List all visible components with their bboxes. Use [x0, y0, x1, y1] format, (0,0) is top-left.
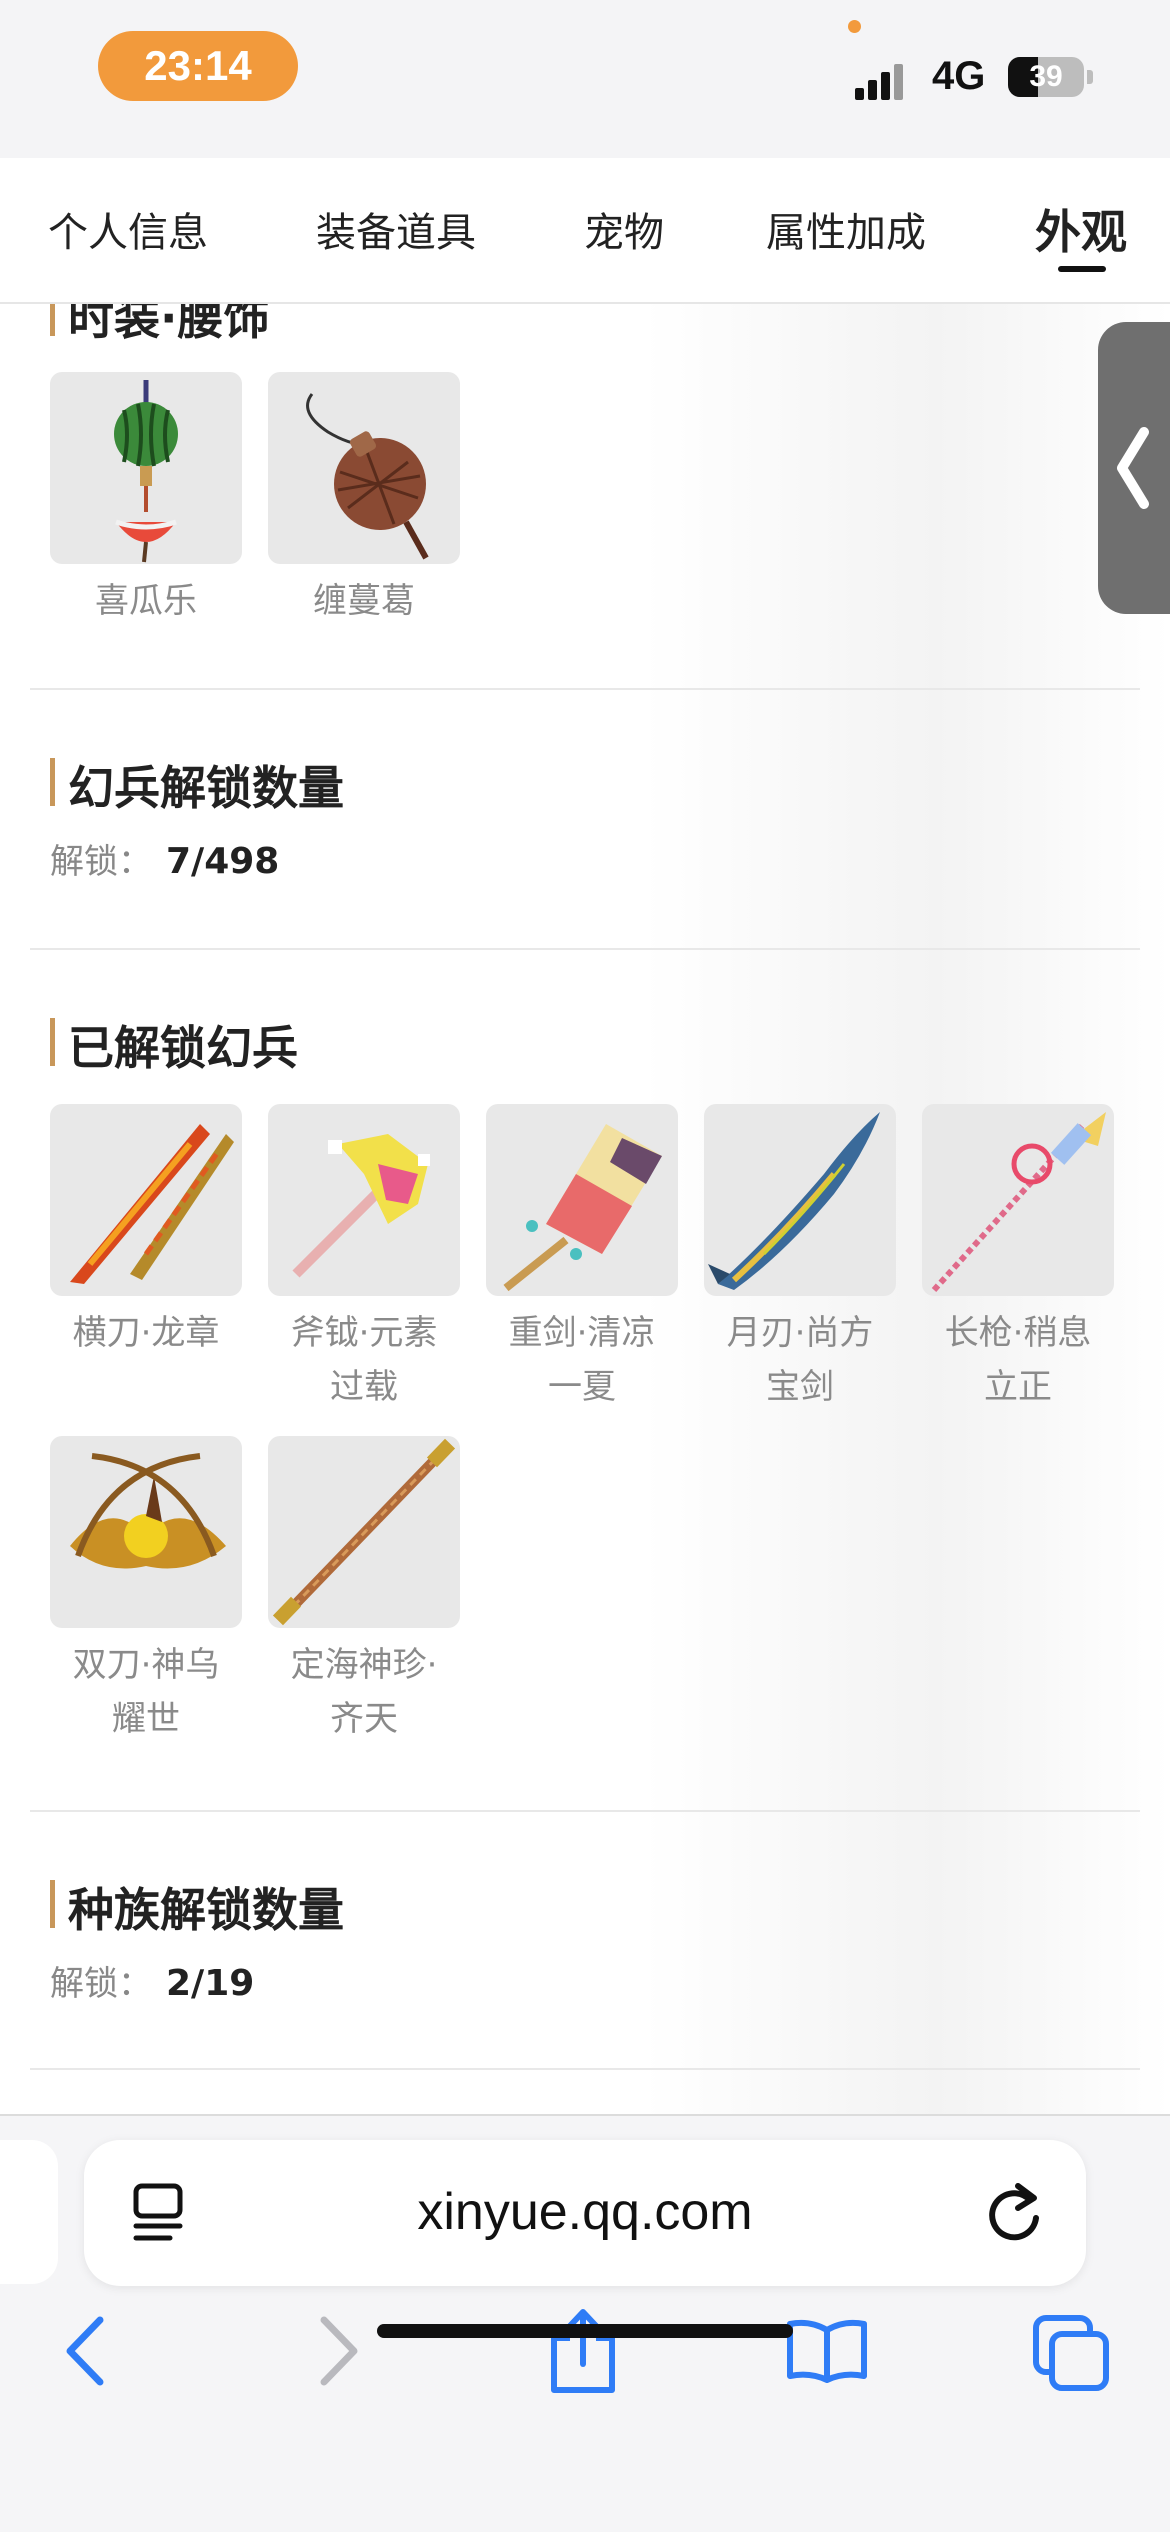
weapon-item[interactable]: 双刀·神乌 耀世	[50, 1436, 242, 1746]
side-drawer-handle[interactable]	[1098, 322, 1170, 614]
section-divider	[30, 688, 1140, 690]
section-divider	[30, 1810, 1140, 1812]
battery-percent: 39	[1029, 60, 1063, 93]
golden-staff-icon	[268, 1436, 460, 1628]
tab-attributes[interactable]: 属性加成	[766, 200, 926, 258]
golden-crow-blades-icon	[50, 1436, 242, 1628]
battery-icon: 39	[1008, 57, 1084, 97]
back-icon[interactable]	[60, 2316, 110, 2386]
element-axe-icon	[268, 1104, 460, 1296]
section-title-weapon-count: 幻兵解锁数量	[50, 752, 344, 818]
appearance-content[interactable]: 时装·腰饰 喜瓜乐 缠蔓葛 幻兵解锁数量 解锁： 7/498 已解锁幻兵 横刀·…	[0, 304, 1170, 2114]
weapon-item-name: 月刃·尚方 宝剑	[726, 1313, 874, 1407]
status-bar: 23:14 4G 39	[0, 0, 1170, 158]
forward-icon[interactable]	[314, 2316, 364, 2386]
race-unlock-count: 2/19	[166, 1963, 255, 2004]
weapon-item-name: 横刀·龙章	[72, 1313, 220, 1353]
weapon-item-name: 定海神珍· 齐天	[290, 1645, 438, 1739]
signal-icon	[855, 60, 915, 100]
section-title-fashion-waist: 时装·腰饰	[50, 304, 269, 348]
profile-tab-bar: 个人信息 装备道具 宠物 属性加成 外观	[0, 158, 1170, 304]
tab-appearance[interactable]: 外观	[1035, 196, 1127, 262]
weapon-item-name: 斧钺·元素 过载	[290, 1313, 438, 1407]
active-tab-indicator	[1058, 266, 1106, 272]
weapon-item[interactable]: 横刀·龙章	[50, 1104, 242, 1360]
unlock-label: 解锁：	[50, 1964, 152, 2004]
unlock-label: 解锁：	[50, 842, 152, 882]
reload-icon[interactable]	[984, 2178, 1044, 2244]
weapon-item[interactable]: 定海神珍· 齐天	[268, 1436, 460, 1746]
race-unlock-row: 解锁： 2/19	[50, 1956, 254, 2005]
weapon-item-name: 双刀·神乌 耀世	[72, 1645, 220, 1739]
battery-nub	[1087, 70, 1093, 84]
section-divider	[30, 948, 1140, 950]
dragon-sabre-icon	[50, 1104, 242, 1296]
tab-personal-info[interactable]: 个人信息	[48, 200, 208, 258]
previous-tab-preview[interactable]	[0, 2140, 58, 2284]
url-text[interactable]: xinyue.qq.com	[84, 2182, 1086, 2242]
tab-equipment[interactable]: 装备道具	[316, 200, 476, 258]
weapon-item[interactable]: 月刃·尚方 宝剑	[704, 1104, 896, 1414]
address-bar[interactable]: xinyue.qq.com	[84, 2140, 1086, 2286]
fashion-item-name: 缠蔓葛	[313, 581, 415, 621]
weapon-unlock-count: 7/498	[166, 841, 280, 882]
watermelon-charm-icon	[50, 372, 242, 564]
share-icon[interactable]	[548, 2308, 618, 2394]
weapon-item[interactable]: 重剑·清凉 一夏	[486, 1104, 678, 1414]
candy-spear-icon	[922, 1104, 1114, 1296]
home-indicator[interactable]	[377, 2324, 793, 2338]
weapon-item-name: 重剑·清凉 一夏	[508, 1313, 656, 1407]
status-time: 23:14	[98, 31, 298, 101]
gourd-charm-icon	[268, 372, 460, 564]
chevron-left-icon	[1117, 427, 1149, 509]
bookmarks-icon[interactable]	[784, 2318, 870, 2384]
popsicle-sword-icon	[486, 1104, 678, 1296]
tab-pets[interactable]: 宠物	[584, 200, 664, 258]
fashion-item[interactable]: 喜瓜乐	[50, 372, 242, 628]
network-type: 4G	[932, 54, 986, 98]
section-divider	[30, 2068, 1140, 2070]
fashion-item-name: 喜瓜乐	[95, 581, 197, 621]
browser-toolbar: xinyue.qq.com	[0, 2114, 1170, 2532]
section-title-unlocked-weapons: 已解锁幻兵	[50, 1012, 298, 1078]
weapon-item[interactable]: 长枪·稍息 立正	[922, 1104, 1114, 1414]
weapon-item-name: 长枪·稍息 立正	[944, 1313, 1092, 1407]
weapon-unlock-row: 解锁： 7/498	[50, 834, 279, 883]
section-title-race-count: 种族解锁数量	[50, 1874, 344, 1940]
mic-indicator-dot	[848, 20, 861, 33]
fashion-item[interactable]: 缠蔓葛	[268, 372, 460, 628]
weapon-item[interactable]: 斧钺·元素 过载	[268, 1104, 460, 1414]
fish-blade-icon	[704, 1104, 896, 1296]
tabs-icon[interactable]	[1032, 2314, 1112, 2394]
